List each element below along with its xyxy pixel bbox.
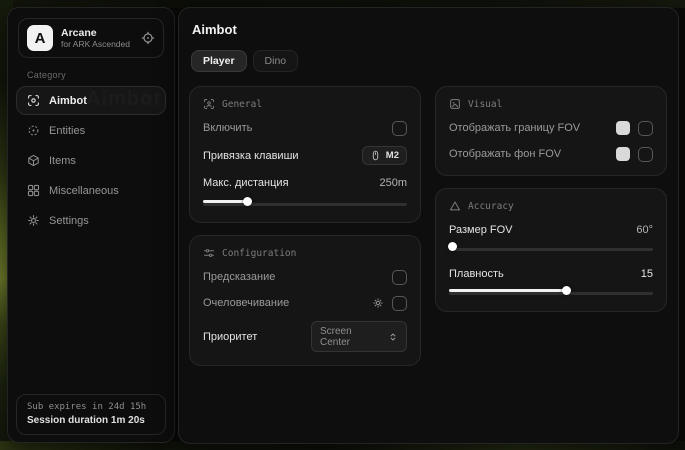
keybind-button[interactable]: M2 <box>362 146 407 165</box>
sidebar-item-settings[interactable]: Settings <box>16 206 166 235</box>
fov-bg-checkbox[interactable] <box>638 147 653 162</box>
card-title-text: Visual <box>468 99 502 110</box>
subscription-box: Sub expires in 24d 15h Session duration … <box>16 394 166 435</box>
sidebar-item-label: Entities <box>49 125 85 137</box>
slider-fill[interactable] <box>203 200 248 203</box>
fov-size-value: 60° <box>636 224 653 236</box>
max-distance-slider[interactable] <box>203 200 407 209</box>
slider-track[interactable] <box>449 248 653 251</box>
radar-icon <box>27 124 40 137</box>
cube-icon <box>27 154 40 167</box>
prediction-checkbox[interactable] <box>392 270 407 285</box>
app-name: Arcane <box>61 27 130 39</box>
aimbot-watermark: Aimbot <box>86 88 161 111</box>
slider-fill[interactable] <box>449 289 567 292</box>
crosshair-scan-icon <box>27 94 40 107</box>
chevrons-up-down-icon <box>388 332 398 342</box>
priority-dropdown[interactable]: Screen Center <box>311 321 407 352</box>
card-title-text: Configuration <box>222 248 296 259</box>
session-duration-text: Session duration 1m 20s <box>27 415 155 426</box>
card-title-text: General <box>222 99 262 110</box>
sidebar-item-miscellaneous[interactable]: Miscellaneous <box>16 176 166 205</box>
enable-label: Включить <box>203 122 252 134</box>
keybind-label: Привязка клавиши <box>203 150 299 162</box>
fov-border-checkbox[interactable] <box>638 121 653 136</box>
gear-icon <box>27 214 40 227</box>
slider-track[interactable] <box>203 203 407 206</box>
smoothness-value: 15 <box>641 268 653 280</box>
cards-grid: General Включить Привязка клавиши <box>189 86 668 366</box>
humanize-label: Очеловечивание <box>203 297 289 309</box>
sidebar-item-label: Items <box>49 155 76 167</box>
prediction-label: Предсказание <box>203 271 275 283</box>
sidebar: A Arcane for ARK Ascended Category <box>7 7 175 443</box>
smoothness-label: Плавность <box>449 268 504 280</box>
main-panel: Aimbot Player Dino General <box>178 7 679 444</box>
category-label: Category <box>27 70 174 80</box>
sidebar-item-items[interactable]: Items <box>16 146 166 175</box>
slider-fill[interactable] <box>449 245 453 248</box>
humanize-checkbox[interactable] <box>392 296 407 311</box>
fov-bg-label: Отображать фон FOV <box>449 148 561 160</box>
tab-bar: Player Dino <box>191 50 668 72</box>
smoothness-slider[interactable] <box>449 289 653 298</box>
card-general: General Включить Привязка клавиши <box>189 86 421 223</box>
sidebar-item-label: Miscellaneous <box>49 185 119 197</box>
priority-label: Приоритет <box>203 331 257 343</box>
card-configuration: Configuration Предсказание Очеловечивани… <box>189 235 421 366</box>
sub-expiry-text: Sub expires in 24d 15h <box>27 402 155 412</box>
fov-border-color-swatch[interactable] <box>616 121 630 135</box>
sidebar-item-label: Settings <box>49 215 89 227</box>
card-visual: Visual Отображать границу FOV Отображать… <box>435 86 667 176</box>
crosshair-icon[interactable] <box>141 31 155 45</box>
tab-player[interactable]: Player <box>191 50 247 72</box>
sliders-icon <box>203 247 215 259</box>
priority-value: Screen Center <box>320 326 382 348</box>
mouse-icon <box>370 150 381 161</box>
sidebar-item-aimbot[interactable]: Aimbot Aimbot <box>16 86 166 115</box>
sidebar-nav: Aimbot Aimbot Entities Items <box>8 86 174 235</box>
fov-bg-color-swatch[interactable] <box>616 147 630 161</box>
image-icon <box>449 98 461 110</box>
sidebar-item-label: Aimbot <box>49 95 87 107</box>
page-title: Aimbot <box>192 22 668 37</box>
enable-checkbox[interactable] <box>392 121 407 136</box>
fov-border-label: Отображать границу FOV <box>449 122 580 134</box>
person-scan-icon <box>203 98 215 110</box>
max-distance-value: 250m <box>379 177 407 189</box>
grid-icon <box>27 184 40 197</box>
card-title-text: Accuracy <box>468 201 514 212</box>
tab-dino[interactable]: Dino <box>253 50 299 72</box>
brand-header: A Arcane for ARK Ascended <box>18 18 164 58</box>
app-logo: A <box>27 25 53 51</box>
fov-size-label: Размер FOV <box>449 224 512 236</box>
triangle-icon <box>449 200 461 212</box>
keybind-value: M2 <box>386 150 399 161</box>
sidebar-item-entities[interactable]: Entities <box>16 116 166 145</box>
slider-track[interactable] <box>449 292 653 295</box>
app-subtitle: for ARK Ascended <box>61 40 130 50</box>
humanize-settings-gear-icon[interactable] <box>372 297 384 309</box>
card-accuracy: Accuracy Размер FOV 60° Плавность 15 <box>435 188 667 312</box>
max-distance-label: Макс. дистанция <box>203 177 289 189</box>
fov-size-slider[interactable] <box>449 245 653 254</box>
